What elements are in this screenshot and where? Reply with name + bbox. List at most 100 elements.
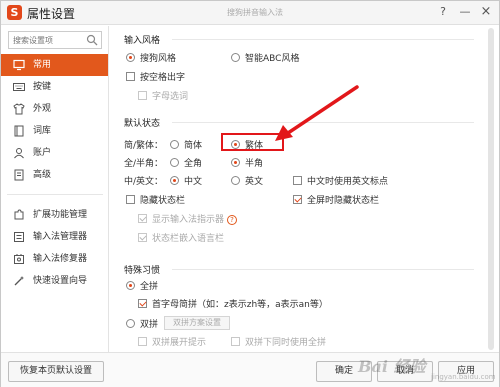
radio-sogou-style[interactable]: 搜狗风格 [126,51,176,64]
checkbox-english-punct[interactable]: 中文时使用英文标点 [293,174,388,187]
keyboard-icon [13,83,25,91]
sidebar-tool-ime-manager[interactable]: 输入法管理器 [1,226,108,248]
radio-half-width[interactable]: 半角 [231,156,263,169]
radio-indicator [231,53,240,62]
radio-indicator [126,53,135,62]
restore-defaults-button[interactable]: 恢复本页默认设置 [8,361,104,382]
radio-label: 全拼 [140,282,159,292]
checkbox-label: 按空格出字 [140,73,186,83]
checkbox-indicator [138,91,147,100]
sidebar-divider [7,194,103,195]
checkbox-embed-lang[interactable]: 状态栏嵌入语言栏 [138,231,224,244]
sidebar-item-appearance[interactable]: 外观 [1,98,108,120]
sidebar-item-label: 外观 [33,104,52,114]
window-subtitle: 搜狗拼音输入法 [227,8,283,17]
radio-english[interactable]: 英文 [231,174,263,187]
sidebar-item-label: 高级 [33,170,52,180]
help-icon[interactable]: ? [227,215,238,225]
sidebar-item-label: 快速设置向导 [33,276,88,286]
checkbox-double-expand[interactable]: 双拼展开提示 [138,335,206,348]
sidebar-item-label: 扩展功能管理 [33,210,88,220]
sidebar-item-label: 词库 [33,126,52,136]
window-title: 属性设置 [27,7,76,21]
monitor-icon [13,59,25,71]
radio-label: 中文 [184,177,203,187]
checkbox-indicator [126,72,135,81]
search-icon[interactable] [86,34,98,46]
radio-label: 半角 [245,159,264,169]
width-label: 全/半角： [124,159,164,169]
radio-indicator [126,281,135,290]
section-divider [172,269,474,270]
sidebar-item-label: 输入法管理器 [33,232,88,242]
sidebar-tool-setup-wizard[interactable]: 快速设置向导 [1,270,108,292]
help-button[interactable]: ? [435,4,451,20]
simp-trad-label: 简/繁体： [124,141,164,151]
annotation-arrow-icon [275,85,359,141]
radio-simplified[interactable]: 简体 [170,138,202,151]
sidebar-item-label: 按键 [33,82,52,92]
checkbox-indicator [293,176,302,185]
radio-label: 智能ABC风格 [245,54,300,64]
checkbox-indicator [138,233,147,242]
minimize-button[interactable]: — [457,4,473,20]
sidebar-item-account[interactable]: 账户 [1,142,108,164]
double-scheme-button[interactable]: 双拼方案设置 [164,316,230,330]
checkbox-show-indicator[interactable]: 显示输入法指示器? [138,212,238,225]
settings-content: 输入风格 搜狗风格 智能ABC风格 按空格出字 字母选词 默认状态 简/繁体： … [110,26,480,352]
checkbox-hide-status[interactable]: 隐藏状态栏 [126,193,185,206]
search-box[interactable] [8,31,102,49]
sidebar-item-dictionary[interactable]: 词库 [1,120,108,142]
content-scrollbar[interactable] [485,26,497,352]
sogou-logo-icon: S [7,5,22,20]
watermark-brand: Bai 经验 [358,357,426,376]
radio-indicator [170,140,179,149]
checkbox-indicator [231,337,240,346]
checkbox-label: 中文时使用英文标点 [307,177,389,187]
checkbox-label: 首字母简拼（如：z表示zh等，a表示an等） [152,300,328,310]
checkbox-label: 状态栏嵌入语言栏 [152,234,225,244]
book-icon [14,125,24,137]
shirt-icon [13,103,25,115]
checkbox-indicator [293,195,302,204]
puzzle-icon [14,209,24,220]
checkbox-indicator [138,337,147,346]
radio-label: 双拼 [140,320,159,330]
checkbox-hide-fullscreen[interactable]: 全屏时隐藏状态栏 [293,193,379,206]
repair-icon [14,254,24,264]
sidebar-item-common[interactable]: 常用 [1,54,108,76]
radio-label: 简体 [184,141,203,151]
checkbox-double-fullpinyin[interactable]: 双拼下同时使用全拼 [231,335,326,348]
checkbox-initial-abbr[interactable]: 首字母简拼（如：z表示zh等，a表示an等） [138,297,328,310]
document-icon [14,169,24,181]
checkbox-label: 双拼展开提示 [152,338,207,348]
search-input[interactable] [9,32,83,48]
checkbox-label: 全屏时隐藏状态栏 [307,196,380,206]
lang-label: 中/英文： [124,177,164,187]
sidebar-item-label: 账户 [33,148,52,158]
radio-indicator [170,176,179,185]
radio-indicator [231,176,240,185]
checkbox-label: 隐藏状态栏 [140,196,186,206]
settings-window: S 属性设置 搜狗拼音输入法 ? — × 常用 按键 外观 词库 账户 [0,0,500,387]
watermark-domain: jingyan.baidu.com [431,373,496,381]
section-title-special: 特殊习惯 [124,266,161,276]
sidebar-item-keys[interactable]: 按键 [1,76,108,98]
scrollbar-thumb[interactable] [488,28,494,350]
radio-full-pinyin[interactable]: 全拼 [126,279,158,292]
radio-label: 搜狗风格 [140,54,177,64]
sidebar-tool-extension-manager[interactable]: 扩展功能管理 [1,204,108,226]
close-button[interactable]: × [478,4,494,20]
radio-chinese[interactable]: 中文 [170,174,202,187]
radio-full-width[interactable]: 全角 [170,156,202,169]
checkbox-letter-select[interactable]: 字母选词 [138,89,188,102]
checkbox-space-output[interactable]: 按空格出字 [126,70,185,83]
section-title-default-state: 默认状态 [124,119,161,129]
section-title-input-style: 输入风格 [124,36,161,46]
sidebar-tool-ime-repair[interactable]: 输入法修复器 [1,248,108,270]
radio-abc-style[interactable]: 智能ABC风格 [231,51,299,64]
radio-double-pinyin[interactable]: 双拼 [126,317,158,330]
title-bar[interactable]: S 属性设置 搜狗拼音输入法 ? — × [1,1,499,25]
user-icon [14,148,24,159]
sidebar-item-advanced[interactable]: 高级 [1,164,108,186]
